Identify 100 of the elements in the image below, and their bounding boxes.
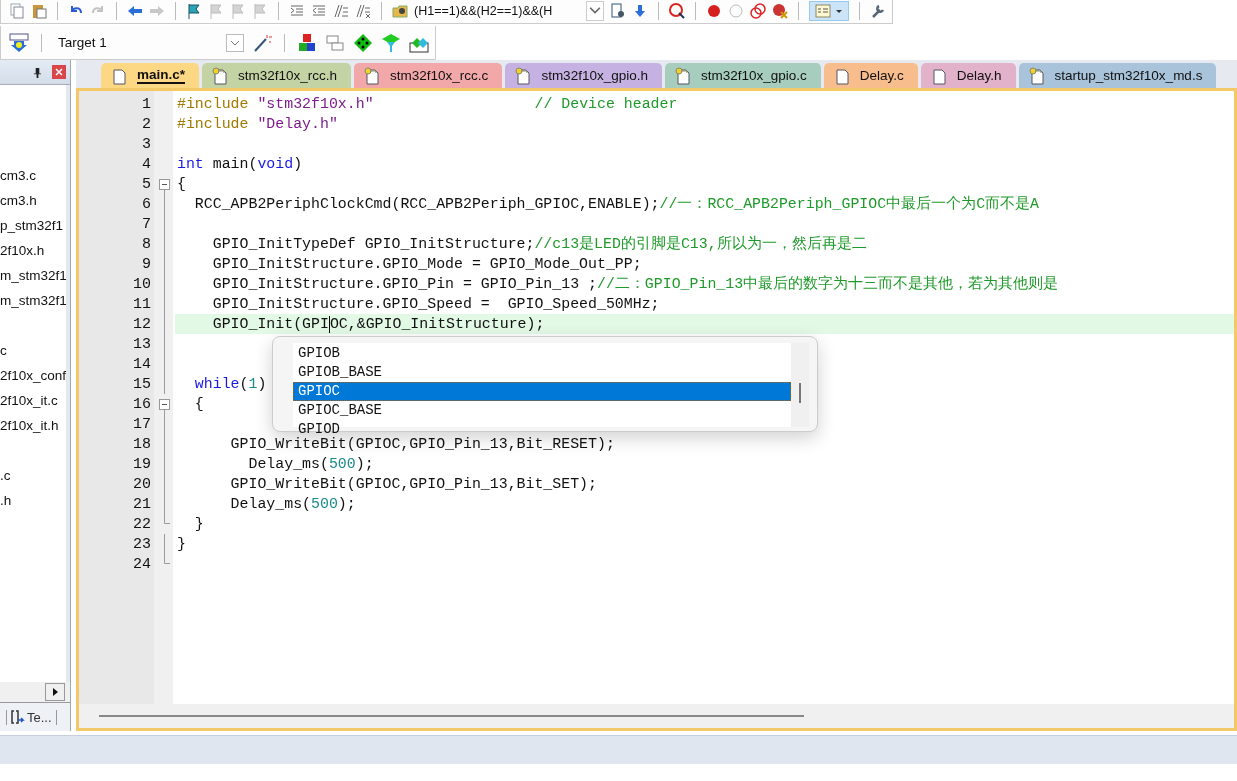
file-item[interactable]: p_stm32f1 bbox=[0, 213, 66, 238]
completion-item[interactable]: GPIOC bbox=[293, 382, 791, 401]
file-item[interactable]: 2f10x.h bbox=[0, 238, 66, 263]
file-tab[interactable]: Delay.c bbox=[823, 63, 918, 88]
file-tab[interactable]: main.c* bbox=[101, 63, 200, 88]
completion-item[interactable]: GPIOC_BASE bbox=[293, 401, 791, 420]
download-arrow-icon[interactable] bbox=[632, 3, 648, 19]
uncomment-icon[interactable] bbox=[355, 3, 371, 19]
document-key-icon bbox=[674, 66, 691, 85]
code-line: GPIO_InitStructure.GPIO_Mode = GPIO_Mode_Out_PP; bbox=[211, 255, 642, 274]
scrollbar[interactable] bbox=[0, 682, 70, 702]
line-number: 5 bbox=[141, 175, 152, 193]
file-item[interactable]: 2f10x_conf bbox=[0, 363, 66, 388]
code-line: #include "stm32f10x.h" // Device header bbox=[176, 95, 678, 114]
line-number: 4 bbox=[141, 155, 152, 173]
file-item[interactable]: 2f10x_it.h bbox=[0, 413, 66, 438]
breakpoint-icon[interactable] bbox=[706, 3, 722, 19]
line-number: 20 bbox=[132, 475, 152, 493]
completion-item[interactable]: GPIOB_BASE bbox=[293, 363, 791, 382]
code-line: } bbox=[193, 515, 204, 534]
window-list-icon bbox=[815, 3, 831, 19]
code-line: Delay_ms(500); bbox=[229, 495, 356, 514]
file-item[interactable]: .h bbox=[0, 488, 66, 513]
line-number: 11 bbox=[132, 295, 152, 313]
document-key-icon bbox=[515, 66, 532, 85]
comment-icon[interactable] bbox=[333, 3, 349, 19]
line-number: 8 bbox=[141, 235, 152, 253]
diamond-icon[interactable] bbox=[353, 32, 373, 53]
line-number: 19 bbox=[132, 455, 152, 473]
document-search-icon[interactable] bbox=[610, 3, 626, 19]
braces-arrow-icon bbox=[11, 710, 25, 724]
pin-icon[interactable] bbox=[33, 66, 42, 78]
code-line: GPIO_WriteBit(GPIOC,GPIO_Pin_13,Bit_RESET); bbox=[229, 435, 615, 454]
file-item[interactable]: 2f10x_it.c bbox=[0, 388, 66, 413]
document-icon bbox=[833, 66, 850, 85]
line-number: 9 bbox=[141, 255, 152, 273]
completion-item[interactable]: GPIOB bbox=[293, 344, 791, 363]
file-item[interactable]: c bbox=[0, 338, 66, 363]
code-line: int main(void) bbox=[176, 155, 303, 174]
file-tab[interactable]: stm32f10x_gpio.c bbox=[664, 63, 821, 88]
code-line: Delay_ms(500); bbox=[247, 455, 374, 474]
line-number: 1 bbox=[141, 95, 152, 113]
line-number: 12 bbox=[132, 315, 152, 333]
file-item[interactable]: .c bbox=[0, 463, 66, 488]
close-icon[interactable] bbox=[52, 65, 66, 79]
file-tab[interactable]: Delay.h bbox=[920, 63, 1016, 88]
file-item[interactable]: cm3.h bbox=[0, 188, 66, 213]
code-line: GPIO_InitStructure.GPIO_Speed = GPIO_Speed_50MHz; bbox=[211, 295, 660, 314]
line-number: 17 bbox=[132, 415, 152, 433]
document-key-icon bbox=[364, 66, 381, 85]
file-tab[interactable]: stm32f10x_rcc.h bbox=[202, 63, 352, 88]
line-number: 14 bbox=[132, 355, 152, 373]
line-number: 2 bbox=[141, 115, 152, 133]
blocks-icon[interactable] bbox=[297, 32, 317, 53]
file-item[interactable]: m_stm32f1 bbox=[0, 288, 66, 313]
line-number: 24 bbox=[132, 555, 152, 573]
code-line: } bbox=[176, 535, 186, 554]
collapse-icon[interactable] bbox=[159, 178, 170, 190]
document-icon bbox=[111, 66, 127, 85]
document-key-icon bbox=[212, 66, 229, 85]
expression-field[interactable]: (H1==1)&&(H2==1)&&(H bbox=[414, 1, 604, 21]
dropdown-icon[interactable] bbox=[226, 33, 244, 52]
caret-icon bbox=[835, 7, 843, 15]
line-number: 7 bbox=[141, 215, 152, 233]
code-line: GPIO_Init(GPIOC,&GPIO_InitStructure); bbox=[211, 314, 545, 334]
code-line: GPIO_WriteBit(GPIOC,GPIO_Pin_13,Bit_SET); bbox=[229, 475, 597, 494]
folder-search-icon[interactable] bbox=[392, 3, 408, 19]
file-item[interactable]: cm3.c bbox=[0, 163, 66, 188]
line-number: 22 bbox=[132, 515, 152, 533]
code-line: #include "Delay.h" bbox=[176, 115, 338, 134]
code-line: GPIO_InitTypeDef GPIO_InitStructure;//c13是LED的引脚是C13,所以为一，然后再是二 bbox=[211, 234, 867, 254]
magic-wand-icon[interactable] bbox=[252, 32, 272, 53]
code-line: GPIO_InitStructure.GPIO_Pin = GPIO_Pin_13 ;//二：GPIO_Pin_13中最后的数字为十三而不是其他，若为其他则是 bbox=[211, 274, 1059, 294]
line-number: 15 bbox=[132, 375, 152, 393]
file-tab[interactable]: stm32f10x_gpio.h bbox=[505, 63, 662, 88]
file-item[interactable]: m_stm32f1 bbox=[0, 263, 66, 288]
load-icon[interactable] bbox=[9, 32, 29, 53]
debug-icon[interactable] bbox=[669, 3, 685, 19]
document-key-icon bbox=[1028, 66, 1045, 85]
breakpoint-clear-icon[interactable] bbox=[772, 3, 788, 19]
file-tab[interactable]: stm32f10x_rcc.c bbox=[354, 63, 503, 88]
flag-icon[interactable] bbox=[186, 3, 202, 19]
collapse-icon[interactable] bbox=[159, 398, 170, 410]
back-arrow-icon[interactable] bbox=[127, 3, 143, 19]
line-number: 6 bbox=[141, 195, 152, 213]
document-icon bbox=[930, 66, 947, 85]
line-number: 18 bbox=[132, 435, 152, 453]
dropdown-icon[interactable] bbox=[586, 1, 604, 21]
scroll-right-icon[interactable] bbox=[45, 683, 65, 701]
code-line: { bbox=[176, 175, 186, 194]
wrench-icon[interactable] bbox=[870, 3, 886, 19]
line-number: 10 bbox=[132, 275, 152, 293]
code-line: RCC_APB2PeriphClockCmd(RCC_APB2Periph_GPIOC,ENABLE);//一：RCC_APB2Periph_GPIOC中最后一个为C而不是A bbox=[193, 194, 1039, 214]
line-number: 16 bbox=[132, 395, 152, 413]
circles-icon[interactable] bbox=[750, 3, 766, 19]
paste-icon[interactable] bbox=[31, 3, 47, 19]
line-number: 23 bbox=[132, 535, 152, 553]
code-line: { bbox=[193, 395, 204, 414]
line-number: 13 bbox=[132, 335, 152, 353]
file-tab[interactable]: startup_stm32f10x_md.s bbox=[1018, 63, 1217, 88]
